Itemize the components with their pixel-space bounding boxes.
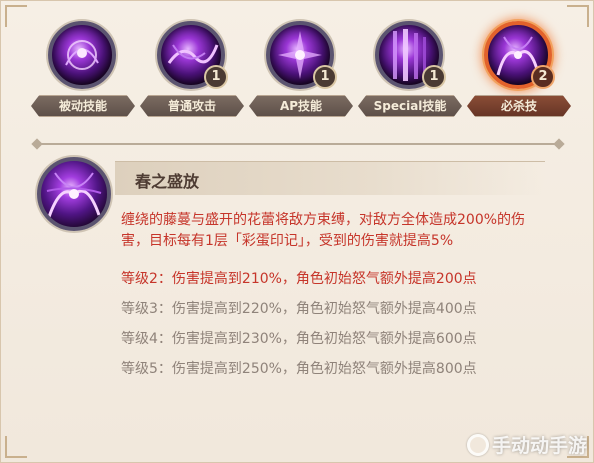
level-upgrade-row: 等级5：伤害提高到250%，角色初始怒气额外提高800点: [121, 361, 477, 377]
skill-description: 缠绕的藤蔓与盛开的花蕾将敌方束缚，对敌方全体造成200%的伤 害，目标每有1层「…: [121, 210, 551, 252]
skill-tab-label: 被动技能: [31, 95, 135, 117]
level-upgrade-list: 等级2：伤害提高到210%，角色初始怒气额外提高200点 等级3：伤害提高到22…: [121, 264, 551, 384]
watermark-logo-icon: [467, 434, 489, 456]
skill-title-bar: 春之盛放: [115, 161, 545, 195]
skill-tab-bar: 被动技能 1 普通攻击 1 AP技能 1 Special技能 2 必杀技: [31, 17, 571, 123]
skill-description-line: 害，目标每有1层「彩蛋印记」，受到的伤害就提高5%: [121, 233, 454, 249]
skill-tab-ap[interactable]: 1 AP技能: [249, 17, 353, 123]
level-upgrade-row: 等级4：伤害提高到230%，角色初始怒气额外提高600点: [121, 331, 477, 347]
skill-tab-ultimate[interactable]: 2 必杀技: [467, 17, 571, 123]
watermark-text: 手动动手游: [491, 435, 587, 457]
skill-tab-label: 普通攻击: [140, 95, 244, 117]
passive-skill-icon: [48, 21, 116, 89]
skill-level-badge: 1: [422, 65, 446, 89]
skill-description-line: 缠绕的藤蔓与盛开的花蕾将敌方束缚，对敌方全体造成200%的伤: [121, 212, 526, 228]
level-upgrade-row: 等级3：伤害提高到220%，角色初始怒气额外提高400点: [121, 301, 477, 317]
skill-tab-special[interactable]: 1 Special技能: [358, 17, 462, 123]
section-divider: [37, 143, 559, 145]
skill-panel: 被动技能 1 普通攻击 1 AP技能 1 Special技能 2 必杀技 春之盛…: [0, 0, 594, 463]
skill-tab-label: 必杀技: [467, 95, 571, 117]
level-upgrade-row: 等级2：伤害提高到210%，角色初始怒气额外提高200点: [121, 271, 477, 287]
corner-ornament: [5, 5, 27, 27]
corner-ornament: [5, 436, 27, 458]
skill-detail: 春之盛放 缠绕的藤蔓与盛开的花蕾将敌方束缚，对敌方全体造成200%的伤 害，目标…: [37, 157, 559, 407]
skill-level-badge: 1: [313, 65, 337, 89]
skill-tab-label: Special技能: [358, 95, 462, 117]
skill-tab-normal-attack[interactable]: 1 普通攻击: [140, 17, 244, 123]
skill-name: 春之盛放: [135, 172, 200, 191]
selected-skill-icon: [37, 157, 111, 231]
skill-tab-label: AP技能: [249, 95, 353, 117]
skill-level-badge: 1: [204, 65, 228, 89]
skill-tab-passive[interactable]: 被动技能: [31, 17, 135, 123]
skill-level-badge: 2: [531, 65, 555, 89]
